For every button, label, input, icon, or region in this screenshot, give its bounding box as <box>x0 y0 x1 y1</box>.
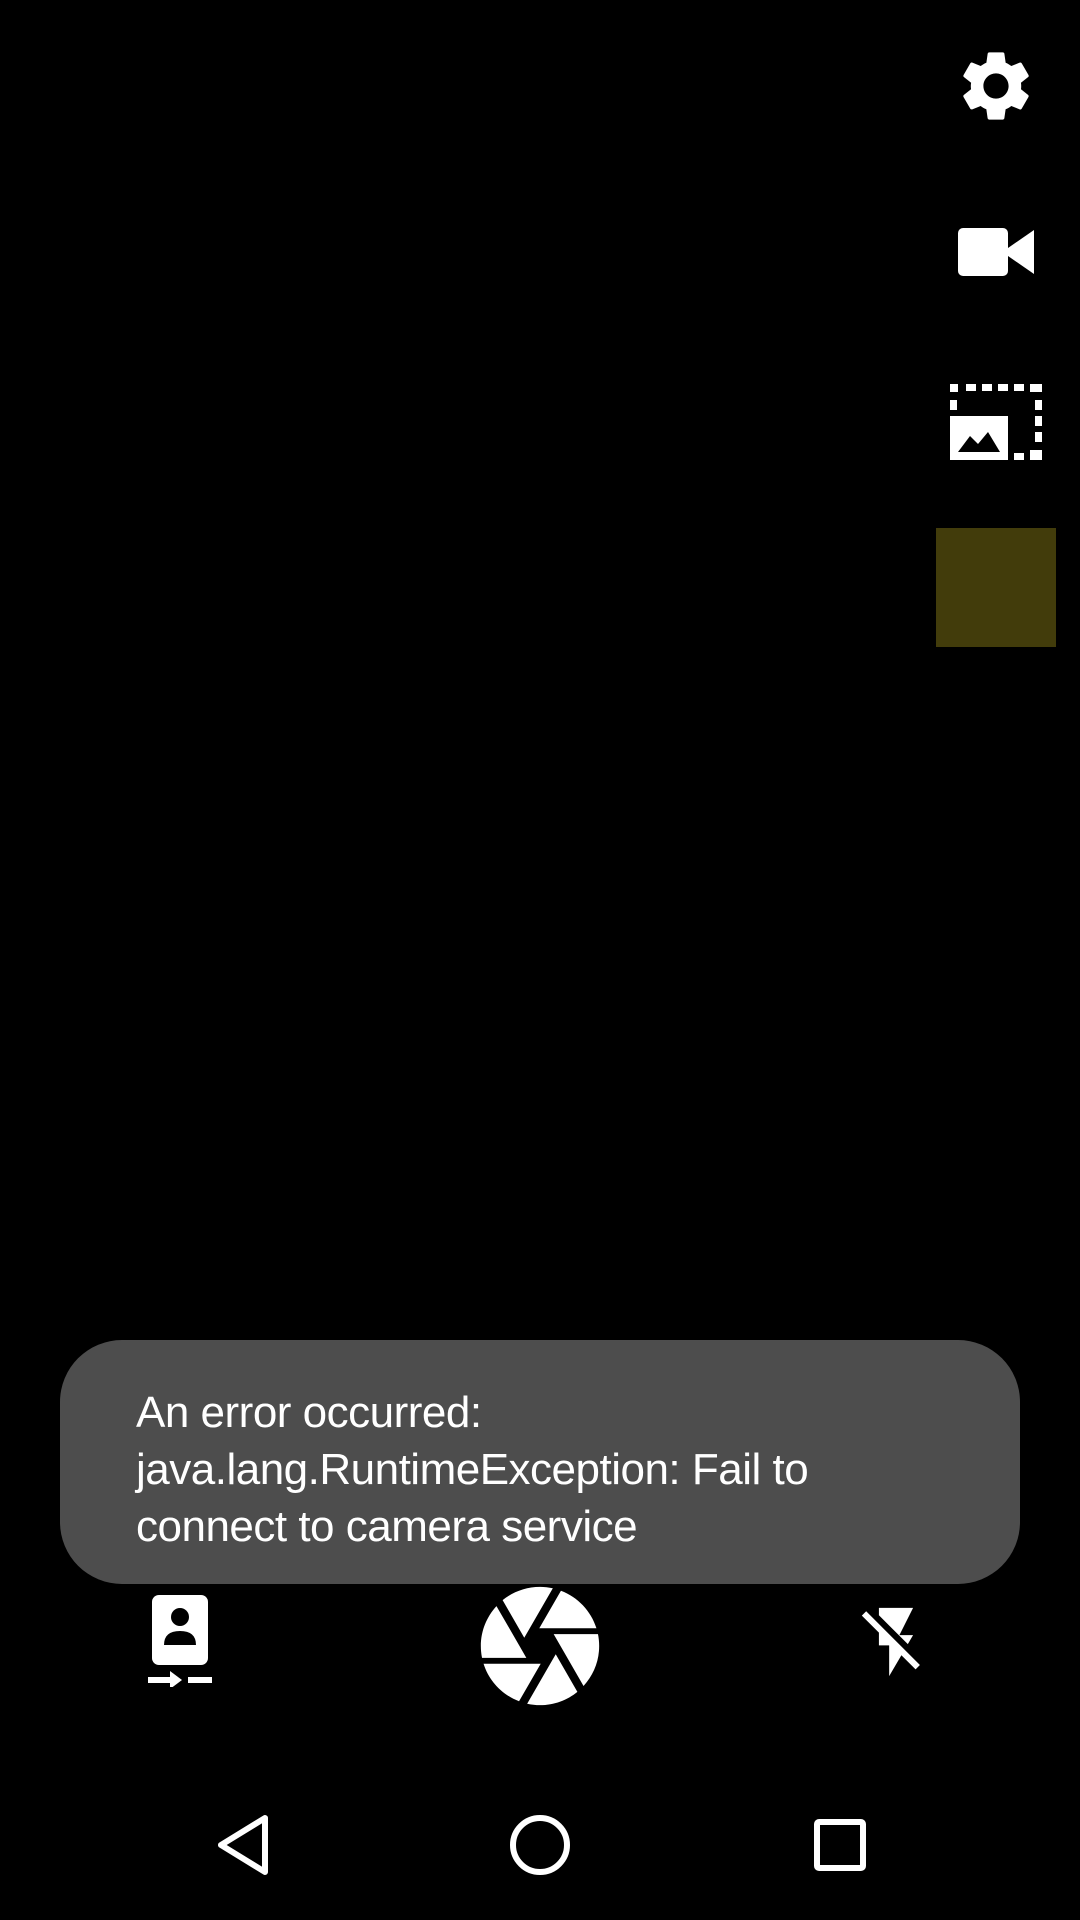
back-button[interactable] <box>200 1790 286 1900</box>
flash-off-icon <box>861 1607 920 1677</box>
video-camera-icon <box>958 228 1034 276</box>
switch-camera-icon <box>148 1595 212 1687</box>
camera-screen: An error occurred: java.lang.RuntimeExce… <box>0 0 1080 1920</box>
settings-button[interactable] <box>946 36 1046 136</box>
switch-camera-button[interactable] <box>130 1590 230 1690</box>
shutter-button[interactable] <box>466 1572 614 1720</box>
shutter-aperture-icon <box>480 1586 600 1706</box>
recents-square-icon <box>814 1819 866 1871</box>
flash-button[interactable] <box>846 1596 946 1688</box>
color-swatch[interactable] <box>936 528 1056 647</box>
recents-button[interactable] <box>790 1790 890 1900</box>
navigation-bar <box>0 1768 1080 1920</box>
toast-line-2: java.lang.RuntimeException: Fail to <box>136 1445 809 1494</box>
photo-size-select-icon <box>950 384 1042 460</box>
back-triangle-icon <box>218 1815 268 1875</box>
error-toast: An error occurred: java.lang.RuntimeExce… <box>60 1340 1020 1584</box>
home-circle-icon <box>510 1815 570 1875</box>
gear-icon <box>963 52 1029 120</box>
preview-size-button[interactable] <box>946 376 1046 468</box>
toast-line-3: connect to camera service <box>136 1502 638 1551</box>
video-mode-button[interactable] <box>946 200 1046 304</box>
toast-line-1: An error occurred: <box>136 1388 482 1437</box>
home-button[interactable] <box>490 1790 590 1900</box>
